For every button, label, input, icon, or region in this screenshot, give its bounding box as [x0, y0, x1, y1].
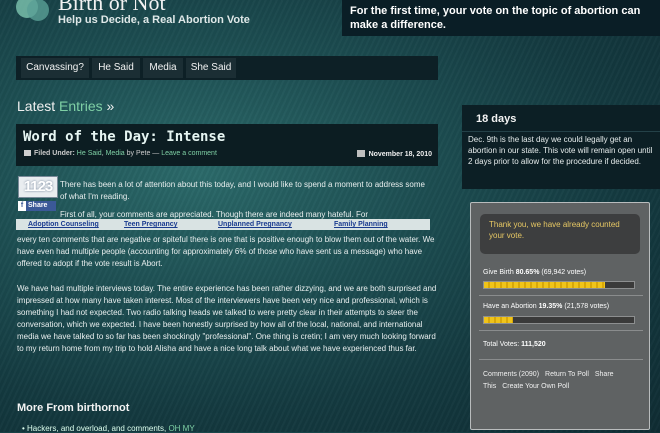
poll-return-link[interactable]: Return To Poll — [545, 371, 589, 378]
more-from-heading: More From birthornot — [17, 402, 130, 414]
poll-bar — [483, 281, 635, 289]
countdown-divider — [462, 131, 660, 132]
ad-link-family-planning[interactable]: Family Planning — [334, 219, 388, 230]
poll-widget: Thank you, we have already counted your … — [470, 202, 650, 430]
nav-tab-she-said[interactable]: She Said — [186, 58, 236, 78]
poll-create-link[interactable]: Create Your Own Poll — [502, 383, 569, 390]
view-counter: 1123 — [18, 176, 58, 198]
post-title[interactable]: Word of the Day: Intense — [23, 129, 225, 145]
countdown-box: 18 days Dec. 9th is the last day we coul… — [462, 105, 660, 189]
poll-links: Comments (2090) Return To Poll Share This C… — [483, 369, 641, 393]
ad-link-teen-pregnancy[interactable]: Teen Pregnancy — [124, 219, 178, 230]
ad-link-unplanned-pregnancy[interactable]: Unplanned Pregnancy — [218, 219, 292, 230]
nav-tab-he-said[interactable]: He Said — [92, 58, 140, 78]
post-meta: Filed Under: He Said, Media by Pete — Le… — [24, 150, 217, 157]
poll-divider — [479, 295, 643, 296]
nav-tab-canvassing[interactable]: Canvassing? — [21, 58, 89, 78]
header-note: For the first time, your vote on the top… — [342, 0, 660, 36]
category-link-he-said[interactable]: He Said — [77, 150, 102, 157]
main-nav: Canvassing? He Said Media She Said — [16, 56, 438, 80]
poll-divider — [479, 330, 643, 331]
poll-message: Thank you, we have already counted your … — [480, 214, 640, 254]
leave-comment-link[interactable]: Leave a comment — [161, 150, 217, 157]
poll-total: Total Votes: 111,520 — [483, 341, 546, 348]
post-paragraph-3: We have had multiple interviews today. T… — [17, 284, 437, 353]
site-logo-icon[interactable] — [16, 0, 50, 22]
countdown-text: Dec. 9th is the last day we could legall… — [468, 135, 653, 166]
poll-bar-fill — [484, 282, 605, 288]
folder-icon — [24, 150, 31, 156]
poll-option-label: Have an Abortion 19.35% (21,578 votes) — [483, 303, 610, 310]
nav-tab-media[interactable]: Media — [143, 58, 183, 78]
poll-divider — [479, 359, 643, 360]
poll-bar — [483, 316, 635, 324]
post-paragraph-1: There has been a lot of attention about … — [60, 180, 425, 201]
countdown-title: 18 days — [476, 113, 517, 125]
poll-bar-fill — [484, 317, 514, 323]
ad-links-bar: Adoption Counseling Teen Pregnancy Unpla… — [16, 219, 430, 230]
calendar-icon — [356, 150, 365, 157]
category-link-media[interactable]: Media — [106, 150, 125, 157]
facebook-share-button[interactable]: f Share — [18, 201, 56, 211]
ad-link-adoption-counseling[interactable]: Adoption Counseling — [28, 219, 99, 230]
latest-entries-heading: Latest Entries » — [17, 98, 115, 114]
poll-comments-link[interactable]: Comments (2090) — [483, 371, 539, 378]
facebook-icon: f — [18, 201, 26, 211]
post-date: November 18, 2010 — [356, 150, 432, 158]
post-paragraph-2-cont: every ten comments that are negative or … — [17, 235, 435, 268]
site-tagline: Help us Decide, a Real Abortion Vote — [58, 14, 250, 26]
post-header: Word of the Day: Intense Filed Under: He… — [16, 124, 438, 166]
poll-option-label: Give Birth 80.65% (69,942 votes) — [483, 269, 587, 276]
